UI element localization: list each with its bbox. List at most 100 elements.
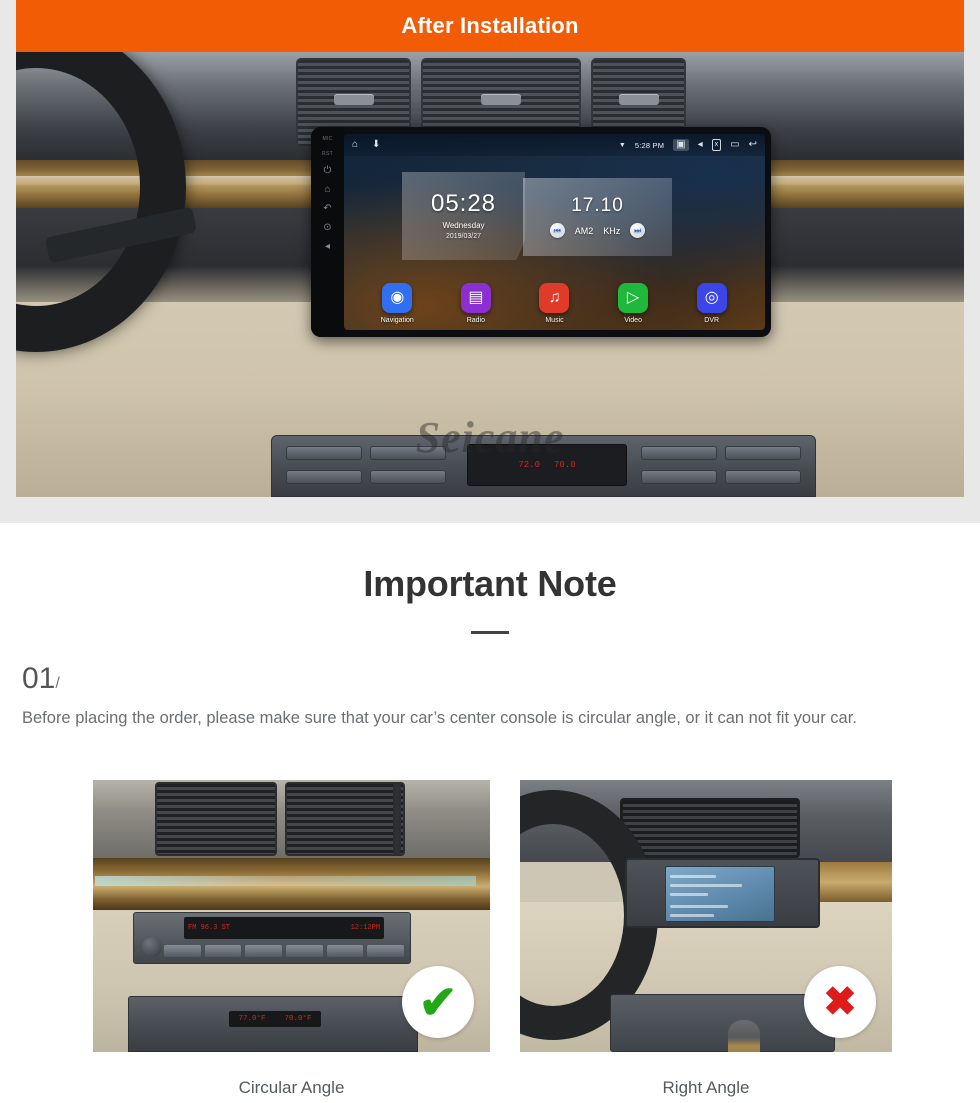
climate-button[interactable] bbox=[286, 470, 362, 484]
circular-angle-photo: FM 96.3 ST 12:12PM 77.0°F 70.0°F ✔ bbox=[93, 780, 490, 1052]
app-label: DVR bbox=[704, 317, 720, 324]
head-unit-side-buttons[interactable]: MIC RST ⏻ ⌂ ↶ ⊙ ◂ bbox=[311, 127, 344, 337]
image-caption: Right Angle bbox=[662, 1078, 750, 1097]
camera-icon[interactable]: ▣ bbox=[673, 139, 689, 151]
status-time: 5:28 PM bbox=[634, 140, 665, 150]
radio-time-text: 12:12PM bbox=[350, 924, 380, 932]
vent-knob bbox=[334, 94, 374, 105]
screen-text-line bbox=[670, 905, 728, 908]
radio-icon: ▤ bbox=[460, 283, 491, 313]
vent-divider bbox=[393, 782, 401, 856]
factory-head-unit bbox=[625, 858, 820, 928]
close-icon[interactable]: x bbox=[711, 139, 722, 151]
screen-text-line bbox=[670, 884, 742, 887]
comparison-card-right-angle: ✖ Right Angle bbox=[520, 780, 892, 1098]
radio-frequency: 17.10 bbox=[571, 195, 624, 216]
climate-button[interactable] bbox=[369, 470, 446, 484]
radio-preset-button[interactable] bbox=[204, 945, 242, 957]
volume-up-icon[interactable]: ⊙ bbox=[323, 223, 331, 233]
product-detail-page: After Installation MIC RST ⏻ ⌂ ↶ ⊙ ◂ ⌂ ⬇… bbox=[0, 0, 980, 1103]
volume-down-icon[interactable]: ◂ bbox=[325, 242, 330, 252]
gear-shifter bbox=[728, 1020, 760, 1052]
radio-preset-button[interactable] bbox=[245, 945, 283, 957]
back-icon[interactable]: ↩ bbox=[749, 140, 757, 150]
app-label: Navigation bbox=[380, 317, 414, 324]
note-item-text: Before placing the order, please make su… bbox=[22, 709, 857, 727]
clock-time: 05:28 bbox=[430, 190, 497, 217]
home-widget: 05:28 Wednesday 2019/03/27 17.10 ⏮ AM2 K… bbox=[402, 172, 672, 260]
app-video[interactable]: ▷ Video bbox=[604, 283, 662, 324]
home-icon[interactable]: ⌂ bbox=[324, 185, 330, 195]
recents-icon[interactable]: ▭ bbox=[730, 140, 739, 150]
reset-label: RST bbox=[322, 151, 333, 157]
video-icon: ▷ bbox=[618, 283, 649, 313]
air-vent-center bbox=[620, 798, 800, 858]
vent-knob bbox=[619, 94, 659, 105]
radio-preset-button[interactable] bbox=[367, 945, 405, 957]
power-icon[interactable]: ⏻ bbox=[324, 166, 332, 176]
radio-preset-row bbox=[164, 945, 405, 957]
radio-preset-button[interactable] bbox=[326, 945, 364, 957]
comparison-section: FM 96.3 ST 12:12PM 77.0°F 70.0°F ✔ Circu… bbox=[0, 780, 980, 1103]
note-item-number: 01/ bbox=[22, 664, 980, 694]
radio-unit: KHz bbox=[603, 225, 621, 236]
factory-radio: FM 96.3 ST 12:12PM bbox=[133, 912, 411, 964]
section-banner: After Installation bbox=[16, 0, 964, 52]
important-note-section: Important Note 01/ Before placing the or… bbox=[0, 523, 980, 733]
title-divider bbox=[471, 631, 509, 634]
radio-band-text: FM 96.3 ST bbox=[188, 924, 231, 932]
radio-display: FM 96.3 ST 12:12PM bbox=[184, 917, 384, 939]
music-icon: ♫ bbox=[539, 283, 570, 313]
section-title: Important Note bbox=[363, 563, 617, 604]
clock-date: 2019/03/27 bbox=[445, 233, 482, 240]
vent-knob bbox=[481, 94, 521, 105]
back-icon[interactable]: ↶ bbox=[323, 204, 331, 214]
climate-button[interactable] bbox=[641, 470, 718, 484]
app-radio[interactable]: ▤ Radio bbox=[447, 283, 505, 324]
climate-temp-left: 77.0°F bbox=[238, 1015, 266, 1023]
air-vent-right bbox=[285, 782, 405, 856]
check-icon: ✔ bbox=[418, 976, 458, 1028]
screen-text-line bbox=[670, 893, 708, 896]
image-caption: Circular Angle bbox=[238, 1078, 345, 1097]
dvr-icon: ◎ bbox=[696, 283, 727, 313]
note-number-value: 01 bbox=[22, 662, 56, 695]
comparison-card-circular: FM 96.3 ST 12:12PM 77.0°F 70.0°F ✔ Circu… bbox=[93, 780, 490, 1098]
app-music[interactable]: ♫ Music bbox=[525, 283, 583, 324]
wifi-icon: ▼ bbox=[618, 141, 626, 149]
after-installation-photo: MIC RST ⏻ ⌂ ↶ ⊙ ◂ ⌂ ⬇ ▼ 5:28 PM ▣ ◂ x ▭ … bbox=[16, 52, 964, 497]
screen-text-line bbox=[670, 914, 714, 917]
navigation-icon: ◉ bbox=[382, 283, 413, 313]
radio-preset-button[interactable] bbox=[164, 945, 201, 957]
screen-text-line bbox=[670, 875, 716, 878]
seicane-watermark: Seicane bbox=[415, 413, 565, 462]
status-badge-approved: ✔ bbox=[402, 966, 474, 1038]
hero-section: After Installation MIC RST ⏻ ⌂ ↶ ⊙ ◂ ⌂ ⬇… bbox=[0, 0, 980, 523]
head-unit: MIC RST ⏻ ⌂ ↶ ⊙ ◂ ⌂ ⬇ ▼ 5:28 PM ▣ ◂ x ▭ … bbox=[311, 127, 771, 337]
head-unit-screen[interactable]: ⌂ ⬇ ▼ 5:28 PM ▣ ◂ x ▭ ↩ 05:28 Wednesday … bbox=[344, 134, 765, 330]
app-label: Music bbox=[545, 317, 564, 324]
climate-control-panel: 77.0°F 70.0°F bbox=[128, 996, 418, 1052]
clock-day: Wednesday bbox=[442, 221, 485, 230]
app-dvr[interactable]: ◎ DVR bbox=[683, 283, 741, 324]
radio-preset-button[interactable] bbox=[286, 945, 323, 957]
right-angle-photo: ✖ bbox=[520, 780, 892, 1052]
android-status-bar: ⌂ ⬇ ▼ 5:28 PM ▣ ◂ x ▭ ↩ bbox=[344, 134, 765, 156]
radio-knob[interactable] bbox=[142, 937, 162, 957]
wood-trim-gloss bbox=[95, 876, 477, 886]
radio-band: AM2 bbox=[574, 225, 594, 236]
climate-button[interactable] bbox=[725, 470, 801, 484]
home-icon[interactable]: ⌂ bbox=[352, 140, 358, 150]
previous-station-icon[interactable]: ⏮ bbox=[549, 223, 565, 238]
air-vent-left bbox=[155, 782, 277, 856]
next-station-icon[interactable]: ⏭ bbox=[630, 223, 646, 238]
climate-control-panel bbox=[610, 994, 835, 1052]
volume-icon[interactable]: ◂ bbox=[698, 140, 703, 150]
clock-widget[interactable]: 05:28 Wednesday 2019/03/27 bbox=[402, 172, 525, 260]
app-label: Video bbox=[624, 317, 642, 324]
radio-widget[interactable]: 17.10 ⏮ AM2 KHz ⏭ bbox=[523, 178, 672, 256]
climate-temp-right: 70.0°F bbox=[284, 1015, 312, 1023]
navigation-screen bbox=[665, 866, 775, 922]
navigation-icon[interactable]: ⬇ bbox=[372, 140, 380, 150]
app-navigation[interactable]: ◉ Navigation bbox=[368, 283, 426, 324]
